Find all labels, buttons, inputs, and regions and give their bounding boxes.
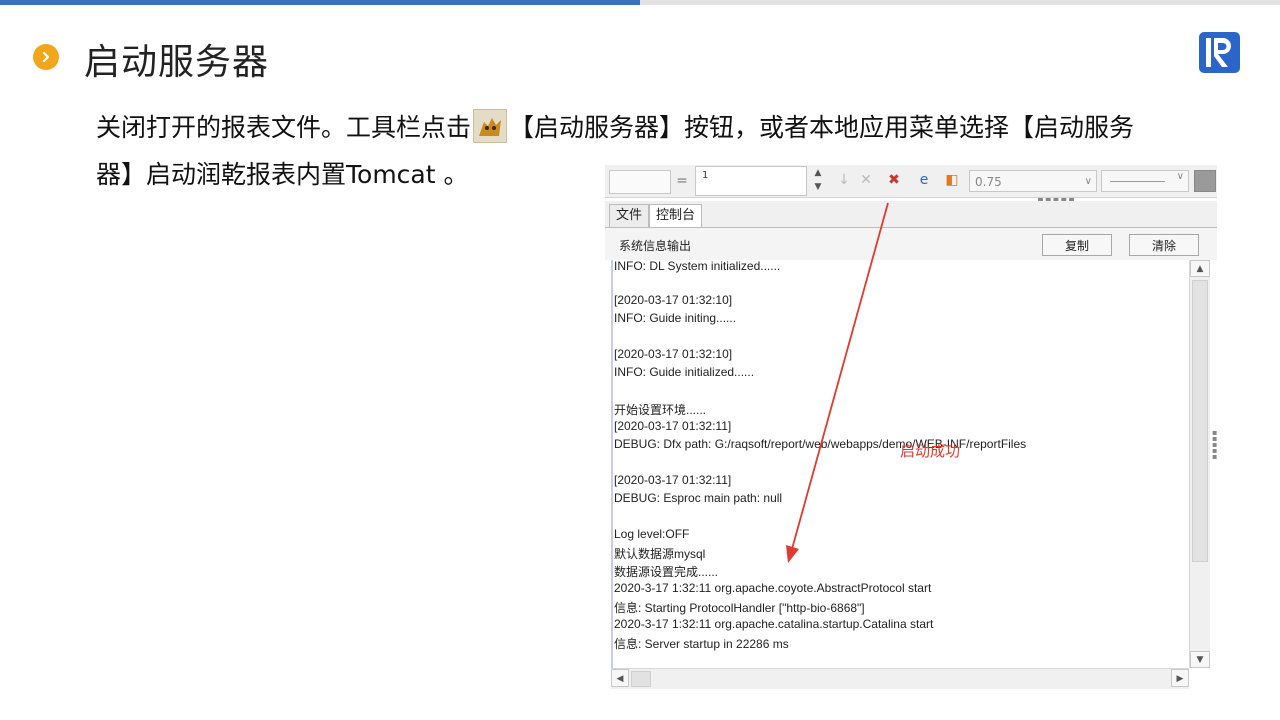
disabled-tool-icon: ↓	[838, 172, 850, 188]
preview-icon[interactable]: ◧	[943, 171, 961, 189]
chevron-down-icon: ∨	[1084, 176, 1092, 187]
scroll-thumb[interactable]	[1192, 280, 1208, 562]
horizontal-scrollbar[interactable]: ◀ ▶	[611, 668, 1189, 689]
top-grey-bar	[640, 0, 1280, 5]
raqsoft-logo	[1199, 32, 1240, 73]
console-header: 系统信息输出 复制 清除	[605, 228, 1217, 260]
tab-bar: 文件 控制台	[605, 201, 1217, 228]
side-drag-grip-icon[interactable]: ▪ ▪ ▪ ▪ ▪	[1212, 429, 1217, 470]
chevron-down-icon: ∨	[1176, 171, 1184, 182]
log-line: 信息: Starting ProtocolHandler ["http-bio-…	[614, 601, 865, 615]
stop-server-icon: ✕	[860, 172, 872, 188]
top-accent-bar	[0, 0, 640, 5]
log-line: INFO: Guide initing......	[614, 311, 737, 325]
instruction-line-1: 关闭打开的报表文件。工具栏点击 【启动服务器】按钮，或者本地应用菜单选择【启动服务	[96, 108, 1134, 144]
log-line: 信息: Server startup in 22286 ms	[614, 637, 789, 651]
log-line: 默认数据源mysql	[614, 547, 706, 561]
scroll-down-icon[interactable]: ▼	[1190, 651, 1210, 668]
success-annotation: 启动成功	[900, 443, 961, 460]
log-line: [2020-03-17 01:32:11]	[614, 419, 732, 433]
field-spinner[interactable]: ▲ ▼	[810, 166, 826, 196]
log-line: [2020-03-17 01:32:10]	[614, 293, 733, 307]
log-line: 数据源设置完成......	[614, 565, 719, 579]
start-server-icon[interactable]: ✖	[885, 171, 903, 189]
designer-screenshot: = 1 ▲▼ ↓ ✕ ✖ e ◧ 0.75∨ ∨ ▪▪▪▪▪ 文件 控制台 系统…	[605, 165, 1217, 690]
log-line: [2020-03-17 01:32:10]	[614, 347, 733, 361]
line-stroke-preview	[1110, 181, 1165, 182]
log-line: INFO: Guide initialized......	[614, 365, 755, 379]
tomcat-icon	[473, 109, 508, 143]
line-style-select[interactable]: ∨	[1101, 170, 1189, 192]
browser-icon[interactable]: e	[915, 171, 933, 189]
scroll-left-icon[interactable]: ◀	[611, 669, 629, 687]
zoom-select[interactable]: 0.75 ∨	[969, 170, 1097, 192]
color-swatch[interactable]	[1194, 170, 1216, 192]
log-line: DEBUG: Esproc main path: null	[614, 491, 783, 505]
instruction-text-b: 【启动服务器】按钮，或者本地应用菜单选择【启动服务	[509, 113, 1135, 142]
equals-icon: =	[676, 173, 688, 189]
log-line: 2020-3-17 1:32:11 org.apache.coyote.Abst…	[614, 581, 932, 595]
toolbar-name-field[interactable]	[609, 170, 671, 194]
scroll-up-icon[interactable]: ▲	[1190, 260, 1210, 277]
log-line: INFO: DL System initialized......	[614, 260, 781, 273]
log-line: 开始设置环境......	[614, 403, 707, 417]
instruction-text-a: 关闭打开的报表文件。工具栏点击	[96, 113, 472, 142]
instruction-line-2: 器】启动润乾报表内置Tomcat 。	[96, 160, 469, 189]
zoom-value: 0.75	[975, 175, 1002, 189]
tab-file[interactable]: 文件	[609, 204, 650, 227]
toolbar-value-field[interactable]: 1	[695, 166, 807, 196]
toolbar: = 1 ▲ ▼ ↓ ✕ ✖ e ◧ 0.75 ∨ ∨	[605, 165, 1217, 198]
page-title: 启动服务器	[84, 42, 270, 83]
log-line: Log level:OFF	[614, 527, 690, 541]
scroll-thumb-horizontal[interactable]	[631, 671, 651, 687]
copy-button[interactable]: 复制	[1042, 234, 1112, 256]
scroll-right-icon[interactable]: ▶	[1171, 669, 1189, 687]
console-header-label: 系统信息输出	[619, 239, 692, 253]
log-line: DEBUG: Dfx path: G:/raqsoft/report/web/w…	[614, 437, 1027, 451]
log-line: [2020-03-17 01:32:11]	[614, 473, 732, 487]
console-log[interactable]: INFO: DL System initialized...... [2020-…	[611, 260, 1191, 668]
chevron-right-icon	[33, 44, 59, 70]
log-line: 2020-3-17 1:32:11 org.apache.catalina.st…	[614, 617, 934, 631]
tab-console[interactable]: 控制台	[649, 204, 703, 227]
vertical-scrollbar[interactable]: ▲ ▼	[1189, 260, 1210, 668]
clear-button[interactable]: 清除	[1129, 234, 1199, 256]
